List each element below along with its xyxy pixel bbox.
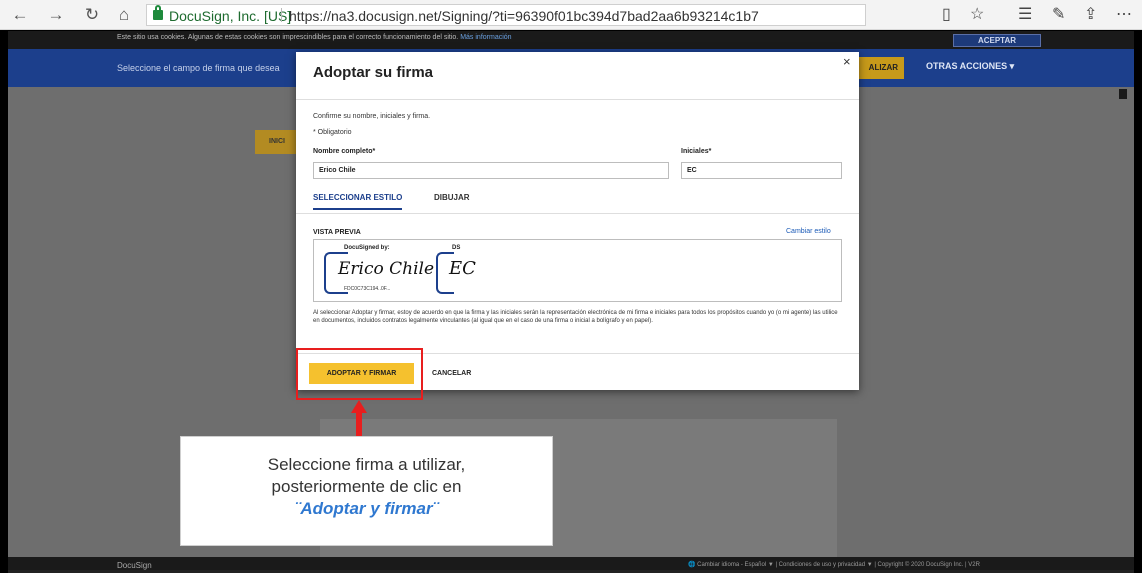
callout-line-2: posteriormente de clic en xyxy=(271,477,462,496)
initials-header: DS xyxy=(452,245,461,251)
divider xyxy=(296,99,859,100)
initials-field[interactable]: EC xyxy=(681,162,842,179)
initials-label: Iniciales* xyxy=(681,148,712,155)
start-button[interactable]: INICI xyxy=(255,130,299,154)
other-actions-button[interactable]: OTRAS ACCIONES ▾ xyxy=(926,61,1014,72)
footer-links[interactable]: 🌐 Cambiar idioma - Español ▼ | Condicion… xyxy=(688,561,980,568)
signature-preview[interactable]: DocuSigned by: Erico Chile FDC0C73C194..… xyxy=(313,239,842,302)
instruction-callout: Seleccione firma a utilizar, posteriorme… xyxy=(180,436,553,546)
favorites-list-icon[interactable]: ☰ xyxy=(1018,5,1032,25)
share-icon[interactable]: ⇪ xyxy=(1084,5,1097,25)
signature-header: DocuSigned by: xyxy=(344,245,390,251)
tab-draw[interactable]: DIBUJAR xyxy=(434,193,470,202)
highlight-box xyxy=(296,348,423,400)
address-bar[interactable]: DocuSign, Inc. [US] https://na3.docusign… xyxy=(146,4,866,26)
divider xyxy=(296,213,859,214)
lock-icon xyxy=(153,5,163,20)
back-icon[interactable]: ← xyxy=(8,5,32,25)
legal-text: Al seleccionar Adoptar y firmar, estoy d… xyxy=(313,310,838,324)
cancel-button[interactable]: CANCELAR xyxy=(432,363,471,384)
home-icon[interactable]: ⌂ xyxy=(112,5,136,25)
footer-brand: DocuSign xyxy=(117,561,152,570)
arrow-shaft xyxy=(356,412,362,436)
tab-select-style[interactable]: SELECCIONAR ESTILO xyxy=(313,193,403,210)
url-separator xyxy=(281,8,282,22)
adopt-signature-dialog: × Adoptar su firma Confirme su nombre, i… xyxy=(296,52,859,390)
favorite-icon[interactable]: ☆ xyxy=(970,5,984,25)
cookie-banner: Este sitio usa cookies. Algunas de estas… xyxy=(8,31,1134,49)
cookie-more-info-link[interactable]: Más información xyxy=(460,34,511,41)
dialog-title: Adoptar su firma xyxy=(313,64,434,81)
callout-line-1: Seleccione firma a utilizar, xyxy=(267,455,466,474)
browser-toolbar: ← → ↻ ⌂ DocuSign, Inc. [US] https://na3.… xyxy=(0,0,1142,30)
callout-line-3: ¨Adoptar y firmar¨ xyxy=(294,499,439,518)
cookie-text: Este sitio usa cookies. Algunas de estas… xyxy=(117,34,512,41)
confirm-text: Confirme su nombre, iniciales y firma. xyxy=(313,113,431,120)
full-name-field[interactable]: Erico Chile xyxy=(313,162,669,179)
reading-view-icon[interactable]: ▯ xyxy=(942,5,951,25)
change-style-link[interactable]: Cambiar estilo xyxy=(786,228,831,235)
pen-icon[interactable]: ✎ xyxy=(1052,5,1065,25)
signature-id: FDC0C73C194..0F... xyxy=(344,286,391,292)
preview-label: VISTA PREVIA xyxy=(313,229,361,236)
initials-script: EC xyxy=(449,258,476,279)
signing-instruction: Seleccione el campo de firma que desea xyxy=(117,63,280,73)
refresh-icon[interactable]: ↻ xyxy=(80,5,104,25)
full-name-label: Nombre completo* xyxy=(313,148,376,155)
site-identity: DocuSign, Inc. [US] xyxy=(169,8,292,24)
document-icon[interactable] xyxy=(1119,89,1127,99)
more-icon[interactable]: ⋯ xyxy=(1116,5,1132,25)
cookie-accept-button[interactable]: ACEPTAR xyxy=(953,34,1041,47)
close-icon[interactable]: × xyxy=(843,54,851,69)
forward-icon[interactable]: → xyxy=(44,5,68,25)
url-text[interactable]: https://na3.docusign.net/Signing/?ti=963… xyxy=(289,6,759,26)
required-note: * Obligatorio xyxy=(313,129,352,136)
signature-script: Erico Chile xyxy=(338,259,435,279)
